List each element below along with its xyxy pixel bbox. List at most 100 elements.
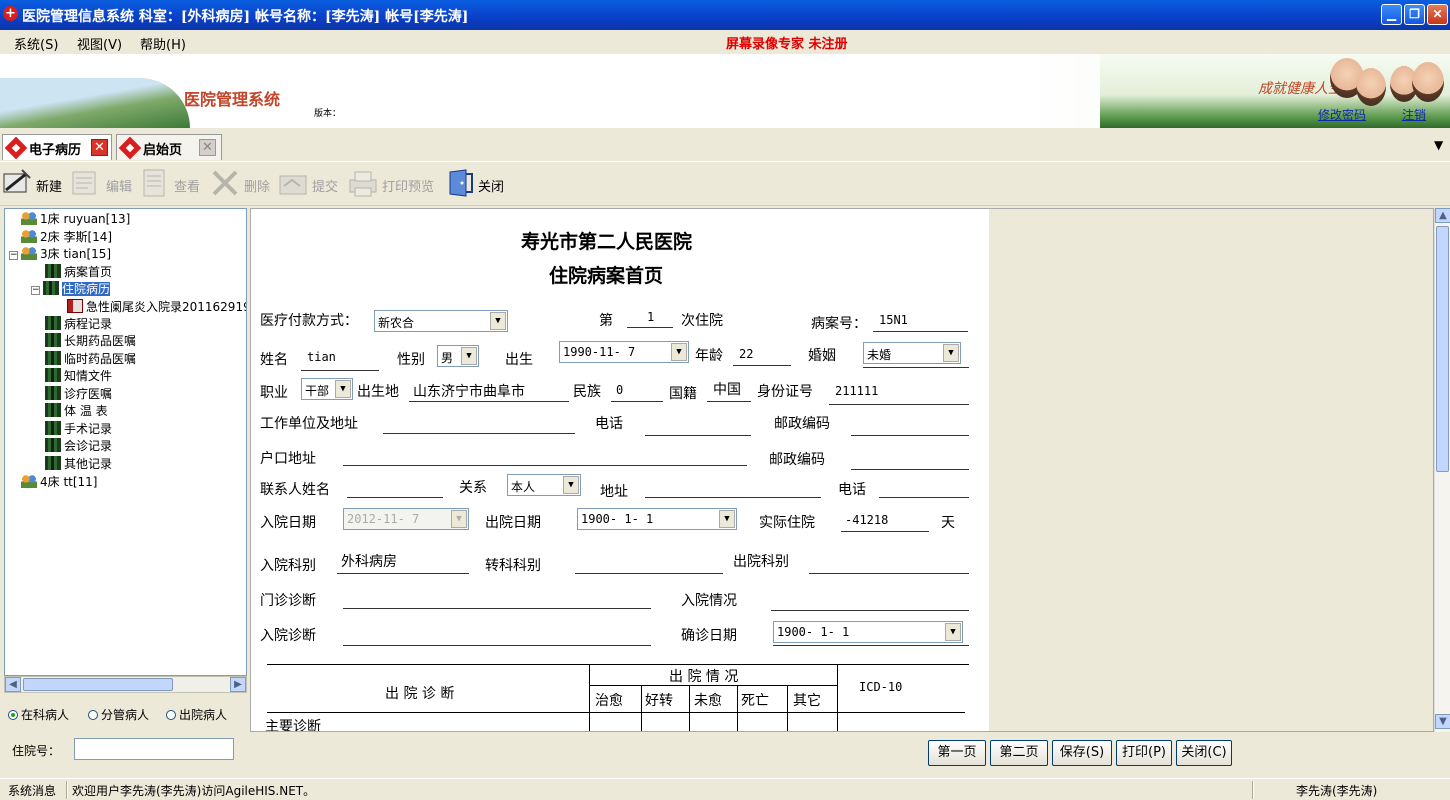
relation-select[interactable]: 本人 ▼: [507, 474, 581, 496]
collapse-icon[interactable]: −: [9, 251, 18, 260]
actual-stay-field[interactable]: -41218: [845, 513, 888, 527]
print-preview-button[interactable]: 打印预览: [348, 168, 440, 200]
admit-condition-field[interactable]: [771, 610, 969, 611]
tree-bed-3[interactable]: −3床 tian[15]: [9, 246, 111, 262]
recorder-notice: 屏幕录像专家 未注册: [726, 37, 848, 52]
first-page-button[interactable]: 第一页: [928, 740, 986, 766]
tree-item-long-term-orders[interactable]: 长期药品医嘱: [45, 333, 136, 349]
admit-dept-field[interactable]: 外科病房: [341, 551, 397, 571]
close-window-button[interactable]: ✕: [1427, 4, 1448, 25]
delete-button[interactable]: 删除: [210, 168, 274, 200]
discharge-dx-header: 出 院 诊 断: [385, 686, 455, 702]
phone-field[interactable]: [645, 435, 751, 436]
birthplace-field[interactable]: 山东济宁市曲阜市: [413, 381, 525, 401]
outpatient-dx-field[interactable]: [343, 608, 651, 609]
residence-field[interactable]: [343, 465, 747, 466]
ethnicity-field[interactable]: 0: [616, 383, 623, 397]
admission-no-input[interactable]: [74, 738, 234, 760]
restore-button[interactable]: ❐: [1404, 4, 1425, 25]
confirm-date-picker[interactable]: 1900- 1- 1 ▼: [773, 621, 963, 643]
status-died: 死亡: [741, 693, 769, 709]
occupation-select[interactable]: 干部 ▼: [301, 378, 353, 400]
minimize-button[interactable]: ▁: [1381, 4, 1402, 25]
tree-item-temperature[interactable]: 体 温 表: [45, 403, 108, 419]
tree-item-inpatient-record[interactable]: − 住院病历: [31, 281, 111, 297]
status-message: 欢迎用户李先涛(李先涛)访问AgileHIS.NET。: [72, 784, 316, 798]
payment-select[interactable]: 新农合 ▼: [374, 310, 508, 332]
tree-bed-2[interactable]: 2床 李斯[14]: [21, 229, 112, 245]
tree-item-progress[interactable]: 病程记录: [45, 316, 112, 332]
window-title: 医院管理信息系统 科室：[外科病房] 帐号名称：[李先涛] 帐号[李先涛]: [22, 9, 469, 25]
scroll-up-icon[interactable]: ▲: [1435, 208, 1450, 223]
tree-item-home-page[interactable]: 病案首页: [45, 264, 112, 280]
dropdown-arrow-icon: ▼: [490, 312, 506, 330]
submit-button[interactable]: 提交: [278, 168, 342, 200]
discharge-dept-field[interactable]: [809, 573, 969, 574]
tree-bed-1[interactable]: 1床 ruyuan[13]: [21, 211, 130, 227]
tab-start[interactable]: 启始页 ✕: [116, 134, 222, 160]
radio-managed[interactable]: 分管病人: [88, 706, 149, 723]
nationality-field[interactable]: 中国: [713, 379, 741, 399]
marital-select[interactable]: 未婚 ▼: [863, 342, 961, 364]
days-unit: 天: [941, 515, 955, 531]
age-field[interactable]: 22: [739, 347, 753, 361]
tree-item-temp-orders[interactable]: 临时药品医嘱: [45, 351, 136, 367]
admit-date-picker[interactable]: 2012-11- 7 ▼: [343, 508, 469, 530]
tab-bar: 电子病历 ✕ 启始页 ✕ ▼: [0, 128, 1450, 162]
print-button[interactable]: 打印(P): [1116, 740, 1172, 766]
tree-item-surgery[interactable]: 手术记录: [45, 421, 112, 437]
radio-in-dept[interactable]: 在科病人: [8, 706, 69, 723]
admit-dx-field[interactable]: [343, 645, 651, 646]
case-no[interactable]: 15N1: [879, 313, 908, 327]
new-button[interactable]: 新建: [2, 168, 66, 200]
close-tab-icon[interactable]: ✕: [199, 139, 216, 156]
birth-date-picker[interactable]: 1990-11- 7 ▼: [559, 341, 689, 363]
save-button[interactable]: 保存(S): [1052, 740, 1112, 766]
postcode-field[interactable]: [851, 435, 969, 436]
view-button[interactable]: 查看: [140, 168, 204, 200]
close-button[interactable]: 关闭(C): [1176, 740, 1232, 766]
scroll-thumb[interactable]: [23, 678, 173, 691]
tab-emr[interactable]: 电子病历 ✕: [2, 134, 112, 160]
form-vertical-scrollbar[interactable]: ▲ ▼: [1434, 208, 1450, 732]
menu-view[interactable]: 视图(V): [77, 34, 122, 53]
tree-item-consent[interactable]: 知情文件: [45, 368, 112, 384]
change-password-link[interactable]: 修改密码: [1318, 106, 1366, 123]
scroll-right-icon[interactable]: ▶: [230, 677, 246, 692]
tree-bed-4[interactable]: 4床 tt[11]: [21, 474, 98, 490]
tree-item-consultation[interactable]: 会诊记录: [45, 438, 112, 454]
transfer-dept-field[interactable]: [575, 573, 723, 574]
dropdown-arrow-icon: ▼: [943, 344, 959, 362]
contact-phone-field[interactable]: [879, 497, 969, 498]
books-icon: [45, 316, 61, 330]
menu-system[interactable]: 系统(S): [14, 34, 58, 53]
close-tab-icon[interactable]: ✕: [91, 139, 108, 156]
work-field[interactable]: [383, 433, 575, 434]
radio-discharged[interactable]: 出院病人: [166, 706, 227, 723]
logout-link[interactable]: 注销: [1402, 106, 1426, 123]
visit-number[interactable]: 1: [647, 310, 654, 324]
scroll-down-icon[interactable]: ▼: [1435, 714, 1450, 729]
collapse-icon[interactable]: −: [31, 286, 40, 295]
hospital-name: 寿光市第二人民医院: [521, 231, 693, 253]
tree-item-treatment-orders[interactable]: 诊疗医嘱: [45, 386, 112, 402]
tree-item-other[interactable]: 其他记录: [45, 456, 112, 472]
postcode2-field[interactable]: [851, 469, 969, 470]
tab-list-dropdown-icon[interactable]: ▼: [1434, 138, 1443, 152]
scroll-left-icon[interactable]: ◀: [5, 677, 21, 692]
discharge-date-picker[interactable]: 1900- 1- 1 ▼: [577, 508, 737, 530]
close-toolbar-button[interactable]: 关闭: [446, 168, 510, 200]
second-page-button[interactable]: 第二页: [990, 740, 1048, 766]
scroll-thumb[interactable]: [1436, 226, 1449, 472]
admit-dx-label: 入院诊断: [260, 628, 316, 644]
id-label: 身份证号: [757, 384, 813, 400]
menu-help[interactable]: 帮助(H): [140, 34, 186, 53]
name-field[interactable]: tian: [307, 350, 336, 364]
contact-field[interactable]: [347, 497, 443, 498]
edit-button[interactable]: 编辑: [70, 168, 136, 200]
sex-select[interactable]: 男 ▼: [437, 345, 479, 367]
id-number-field[interactable]: 211111: [835, 384, 878, 398]
tree-item-record-child[interactable]: 急性阑尾炎入院录2011629192308: [67, 299, 246, 315]
address-field[interactable]: [645, 497, 821, 498]
tree-horizontal-scrollbar[interactable]: ◀ ▶: [4, 676, 247, 693]
